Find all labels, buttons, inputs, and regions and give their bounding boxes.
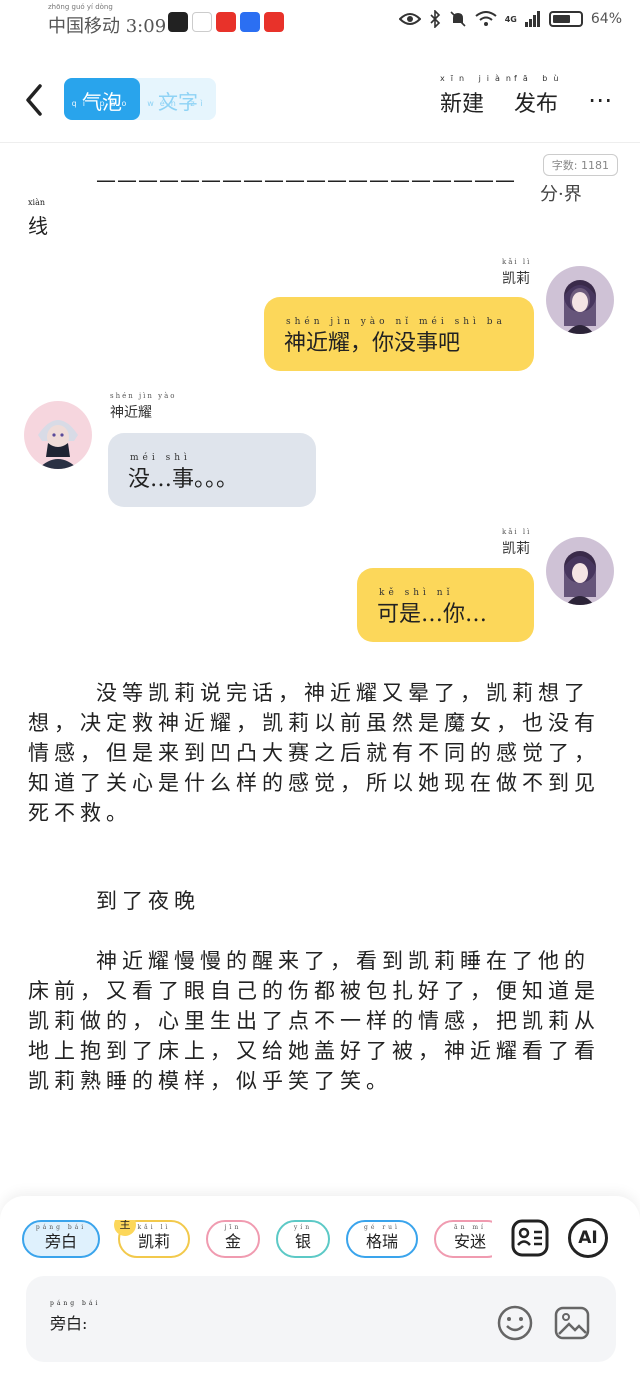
chip-narration[interactable]: páng bái 旁白 xyxy=(22,1220,100,1258)
battery-icon xyxy=(548,11,583,27)
chip-label: 银 xyxy=(294,1232,311,1251)
word-count-badge: 字数: 1181 xyxy=(542,154,618,176)
avatar-image xyxy=(546,537,614,605)
chip-pinyin: páng bái xyxy=(35,1224,87,1231)
app-notification-icon xyxy=(168,12,188,32)
input-label: páng bái 旁白: xyxy=(50,1300,97,1334)
more-options-icon[interactable]: ⋯ xyxy=(588,86,614,114)
chip-label: 凯莉 xyxy=(137,1232,170,1251)
publish-pinyin: fā bù xyxy=(514,74,565,83)
carrier-text: 中国移动 xyxy=(48,16,120,37)
message-bubble-right[interactable]: shén jìn yào nǐ méi shì ba 神近耀，你没事吧 xyxy=(264,297,534,371)
input-label-pinyin: páng bái xyxy=(50,1300,101,1307)
avatar-image xyxy=(546,266,614,334)
new-label: 新建 xyxy=(440,92,485,117)
divider-end-text: 分·界 xyxy=(540,184,582,205)
image-icon[interactable] xyxy=(553,1304,591,1342)
message-pinyin: shén jìn yào nǐ méi shì ba xyxy=(286,317,506,327)
eye-icon xyxy=(398,13,421,25)
tab-text-pinyin: wén zì xyxy=(147,99,209,108)
mute-bell-icon xyxy=(450,11,466,27)
chip-pinyin: yín xyxy=(293,1224,313,1231)
character-card-icon[interactable] xyxy=(510,1218,550,1258)
speaker-pinyin: kǎi lì xyxy=(502,258,532,266)
line-word-text: 线 xyxy=(28,214,48,238)
chip-anmi[interactable]: ān mí 安迷 xyxy=(434,1220,492,1258)
message-pinyin: kě shì nǐ xyxy=(379,588,454,598)
network-type: 4G xyxy=(504,14,517,24)
story-text: 神近耀慢慢的醒来了，看到凯莉睡在了他的床前，又看了眼自己的伤都被包扎好了，便知道… xyxy=(28,949,600,1093)
speaker-label: 神近耀 xyxy=(110,405,152,421)
chip-yin[interactable]: yín 银 xyxy=(276,1220,330,1258)
tmall-icon xyxy=(264,12,284,32)
chip-label: 旁白 xyxy=(44,1232,77,1251)
tab-bubble-pinyin: qì pào xyxy=(71,99,133,108)
chip-label: 格瑞 xyxy=(365,1232,398,1251)
narration-input[interactable]: páng bái 旁白: xyxy=(26,1276,616,1362)
clock: 3:09 xyxy=(125,16,167,37)
avatar-kaili[interactable] xyxy=(546,537,614,605)
speaker-name: kǎi lì 凯莉 xyxy=(502,528,530,558)
line-word-pinyin: xiàn xyxy=(28,198,45,207)
speaker-name: kǎi lì 凯莉 xyxy=(502,258,530,288)
message-text: 神近耀，你没事吧 xyxy=(284,331,461,356)
chip-gerui[interactable]: gé ruì 格瑞 xyxy=(346,1220,418,1258)
carrier-name: zhōng guó yí dòng 中国移动 3:09 xyxy=(48,3,167,38)
tab-text[interactable]: wén zì 文字 xyxy=(140,78,216,120)
speaker-pinyin: shén jìn yào xyxy=(110,392,177,400)
input-label-text: 旁白: xyxy=(50,1314,88,1333)
notification-icons xyxy=(168,12,284,32)
tmall-icon xyxy=(216,12,236,32)
speaker-pinyin: kǎi lì xyxy=(502,528,532,536)
editor-header: qì pào 气泡 wén zì 文字 xīn jiàn 新建 fā bù 发布… xyxy=(0,60,640,140)
message-bubble-left[interactable]: méi shì 没…事。。。 xyxy=(108,433,316,507)
bluetooth-icon xyxy=(430,10,440,28)
new-pinyin: xīn jiàn xyxy=(440,74,517,83)
publish-button[interactable]: fā bù 发布 xyxy=(514,74,559,118)
new-button[interactable]: xīn jiàn 新建 xyxy=(440,74,511,118)
avatar-shenjinyao[interactable] xyxy=(24,401,92,469)
emoji-icon[interactable] xyxy=(496,1304,534,1342)
chip-pinyin: jīn xyxy=(224,1224,242,1231)
chip-label: 安迷 xyxy=(453,1232,486,1251)
status-bar: zhōng guó yí dòng 中国移动 3:09 4G 64% xyxy=(0,0,640,48)
chip-jin[interactable]: jīn 金 xyxy=(206,1220,260,1258)
app-notification-icon xyxy=(240,12,260,32)
signal-icon xyxy=(524,11,540,27)
battery-percent: 64% xyxy=(590,11,622,27)
header-divider xyxy=(0,142,640,143)
app-notification-icon xyxy=(192,12,212,32)
message-text: 可是…你… xyxy=(377,602,488,627)
story-paragraph-1[interactable]: 没等凯莉说完话，神近耀又晕了，凯莉想了想，决定救神近耀，凯莉以前虽然是魔女，也没… xyxy=(28,678,610,828)
story-text: 没等凯莉说完话，神近耀又晕了，凯莉想了想，决定救神近耀，凯莉以前虽然是魔女，也没… xyxy=(28,681,600,825)
chip-pinyin: gé ruì xyxy=(364,1224,400,1231)
message-text: 没…事。。。 xyxy=(128,467,239,492)
divider-line-word: xiàn 线 xyxy=(28,198,48,239)
chip-pinyin: kǎi lì xyxy=(137,1224,171,1231)
chip-pinyin: ān mí xyxy=(454,1224,486,1231)
message-bubble-right[interactable]: kě shì nǐ 可是…你… xyxy=(357,568,534,642)
story-paragraph-3[interactable]: 神近耀慢慢的醒来了，看到凯莉睡在了他的床前，又看了眼自己的伤都被包扎好了，便知道… xyxy=(28,946,610,1096)
mode-tabs: qì pào 气泡 wén zì 文字 xyxy=(64,78,216,120)
divider-dashes: ———————————————————— xyxy=(96,168,516,192)
speaker-label: 凯莉 xyxy=(502,541,530,557)
story-text: 到了夜晚 xyxy=(96,889,200,913)
message-pinyin: méi shì xyxy=(130,453,191,463)
wifi-icon xyxy=(475,11,497,26)
avatar-image xyxy=(24,401,92,469)
publish-label: 发布 xyxy=(514,92,559,117)
back-arrow-icon[interactable] xyxy=(22,82,46,118)
chip-label: 金 xyxy=(224,1232,241,1251)
bottom-panel: páng bái 旁白 主 kǎi lì 凯莉 jīn 金 yín 银 gé r… xyxy=(0,1196,640,1387)
story-paragraph-2[interactable]: 到了夜晚 xyxy=(28,886,610,916)
character-chips: páng bái 旁白 主 kǎi lì 凯莉 jīn 金 yín 银 gé r… xyxy=(22,1220,492,1260)
carrier-pinyin: zhōng guó yí dòng xyxy=(48,3,113,11)
ai-button[interactable]: AI xyxy=(568,1218,608,1258)
speaker-label: 凯莉 xyxy=(502,271,530,287)
chip-kaili[interactable]: 主 kǎi lì 凯莉 xyxy=(114,1220,190,1258)
speaker-name: shén jìn yào 神近耀 xyxy=(110,392,174,422)
tab-bubble[interactable]: qì pào 气泡 xyxy=(64,78,140,120)
avatar-kaili[interactable] xyxy=(546,266,614,334)
